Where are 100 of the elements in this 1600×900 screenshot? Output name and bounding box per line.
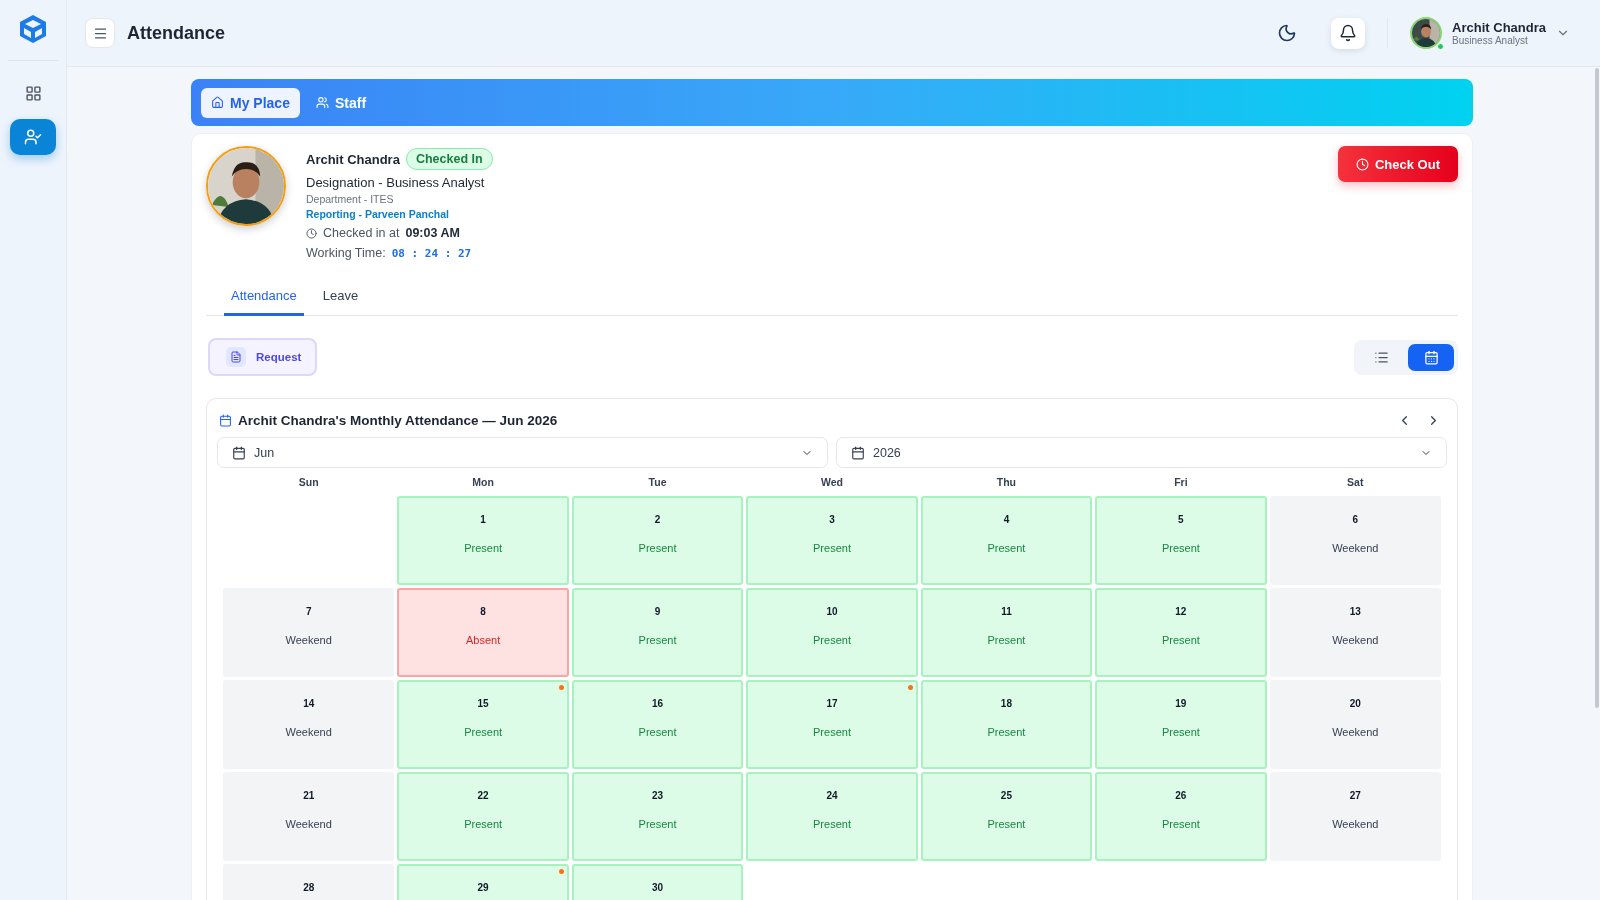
checked-in-label: Checked in at [323, 226, 400, 240]
nav-item[interactable] [10, 119, 56, 155]
tab[interactable]: Leave [315, 280, 366, 316]
day-number: 9 [654, 606, 661, 617]
day-status: Present [813, 542, 851, 554]
day-cell[interactable]: 27 Weekend [1269, 772, 1441, 861]
day-cell[interactable]: 3 Present [746, 496, 918, 585]
scrollbar[interactable] [1595, 68, 1599, 708]
day-status: Present [464, 542, 503, 554]
day-status: Present [464, 818, 503, 830]
day-cell[interactable]: 7 Weekend [223, 588, 395, 677]
users-icon [315, 96, 329, 109]
user-role: Business Analyst [1452, 35, 1529, 46]
day-cell[interactable]: 30 [571, 864, 744, 900]
reporting-manager: Reporting - Parveen Panchal [306, 208, 450, 220]
day-cell[interactable]: 1 Present [397, 496, 569, 585]
day-number: 13 [1349, 606, 1361, 617]
calendar-icon [1423, 349, 1439, 365]
day-cell[interactable]: 25 Present [920, 772, 1093, 861]
day-cell[interactable]: 24 Present [746, 772, 918, 861]
day-cell[interactable]: 29 [397, 864, 569, 900]
day-cell[interactable]: 12 Present [1095, 588, 1267, 677]
day-status: Weekend [1332, 818, 1379, 830]
menu-button[interactable] [85, 18, 115, 48]
list-icon [1373, 349, 1389, 365]
day-number: 27 [1349, 790, 1361, 801]
grid-icon [24, 84, 42, 102]
day-cell[interactable]: 4 Present [920, 496, 1093, 585]
weekday-header: Tue [647, 475, 668, 490]
tab[interactable]: Attendance [224, 280, 304, 316]
day-cell[interactable]: 5 Present [1095, 496, 1267, 585]
logo-icon [18, 14, 48, 44]
day-status: Present [987, 542, 1026, 554]
document-icon [230, 351, 242, 363]
weekday-header: Fri [1173, 475, 1189, 490]
user-check-icon [24, 128, 42, 146]
day-cell[interactable]: 19 Present [1095, 680, 1267, 769]
tab[interactable]: My Place [201, 87, 300, 118]
day-status: Present [1161, 634, 1200, 646]
day-number: 20 [1349, 698, 1361, 709]
day-cell[interactable]: 22 Present [397, 772, 569, 861]
day-status: Present [813, 818, 851, 830]
day-number: 21 [303, 790, 315, 801]
day-cell[interactable]: 10 Present [746, 588, 918, 677]
day-cell[interactable]: 9 Present [571, 588, 744, 677]
day-number: 14 [303, 698, 315, 709]
clock-icon [1356, 157, 1369, 171]
day-status: Present [638, 542, 677, 554]
day-status: Present [638, 726, 677, 738]
day-cell[interactable]: 20 Weekend [1269, 680, 1441, 769]
day-cell[interactable]: 8 Absent [397, 588, 569, 677]
day-cell[interactable]: 14 Weekend [223, 680, 395, 769]
day-number: 3 [829, 514, 835, 525]
day-status: Present [813, 634, 851, 646]
weekday-header: Thu [995, 475, 1018, 490]
view-button[interactable] [1408, 343, 1454, 371]
day-cell[interactable]: 2 Present [571, 496, 744, 585]
day-number: 30 [652, 882, 664, 893]
day-number: 17 [826, 698, 838, 709]
day-cell[interactable]: 16 Present [571, 680, 744, 769]
day-cell[interactable]: 21 Weekend [223, 772, 395, 861]
day-status: Weekend [285, 726, 332, 738]
day-cell[interactable]: 28 [223, 864, 395, 900]
calendar-icon [232, 445, 246, 460]
working-time-label: Working Time: [306, 246, 386, 260]
employee-name: Archit Chandra [306, 151, 400, 167]
day-number: 22 [477, 790, 489, 801]
checked-in-time: 09:03 AM [405, 226, 460, 240]
day-number: 12 [1175, 606, 1187, 617]
moon-icon [1277, 23, 1298, 43]
day-status: Present [464, 726, 503, 738]
notification-button[interactable] [1331, 17, 1366, 49]
day-number: 23 [652, 790, 664, 801]
home-icon [211, 96, 224, 109]
check-out-button[interactable]: Check Out [1338, 146, 1458, 182]
year-select[interactable]: 2026 [836, 437, 1447, 468]
day-cell[interactable]: 6 Weekend [1269, 496, 1441, 585]
request-button[interactable]: Request [208, 338, 318, 376]
day-status: Present [638, 634, 677, 646]
day-cell[interactable]: 15 Present [397, 680, 569, 769]
day-number: 18 [1000, 698, 1012, 709]
day-cell[interactable]: 17 Present [746, 680, 918, 769]
day-cell[interactable]: 26 Present [1095, 772, 1267, 861]
day-cell[interactable]: 18 Present [920, 680, 1093, 769]
day-number: 10 [826, 606, 838, 617]
day-status: Weekend [285, 818, 332, 830]
calendar-icon [219, 414, 232, 427]
day-cell[interactable]: 13 Weekend [1269, 588, 1441, 677]
day-number: 6 [1352, 514, 1359, 525]
user-avatar[interactable] [1410, 17, 1443, 49]
working-timer: 08 : 24 : 27 [391, 246, 472, 260]
calendar-icon [851, 445, 865, 460]
weekday-header: Wed [820, 475, 844, 490]
day-cell[interactable]: 11 Present [920, 588, 1093, 677]
day-number: 11 [1001, 606, 1012, 617]
day-cell[interactable]: 23 Present [571, 772, 744, 861]
day-number: 1 [480, 514, 486, 525]
month-select[interactable]: Jun [217, 437, 828, 468]
day-status: Present [813, 726, 851, 738]
weekday-header: Sun [297, 475, 320, 490]
